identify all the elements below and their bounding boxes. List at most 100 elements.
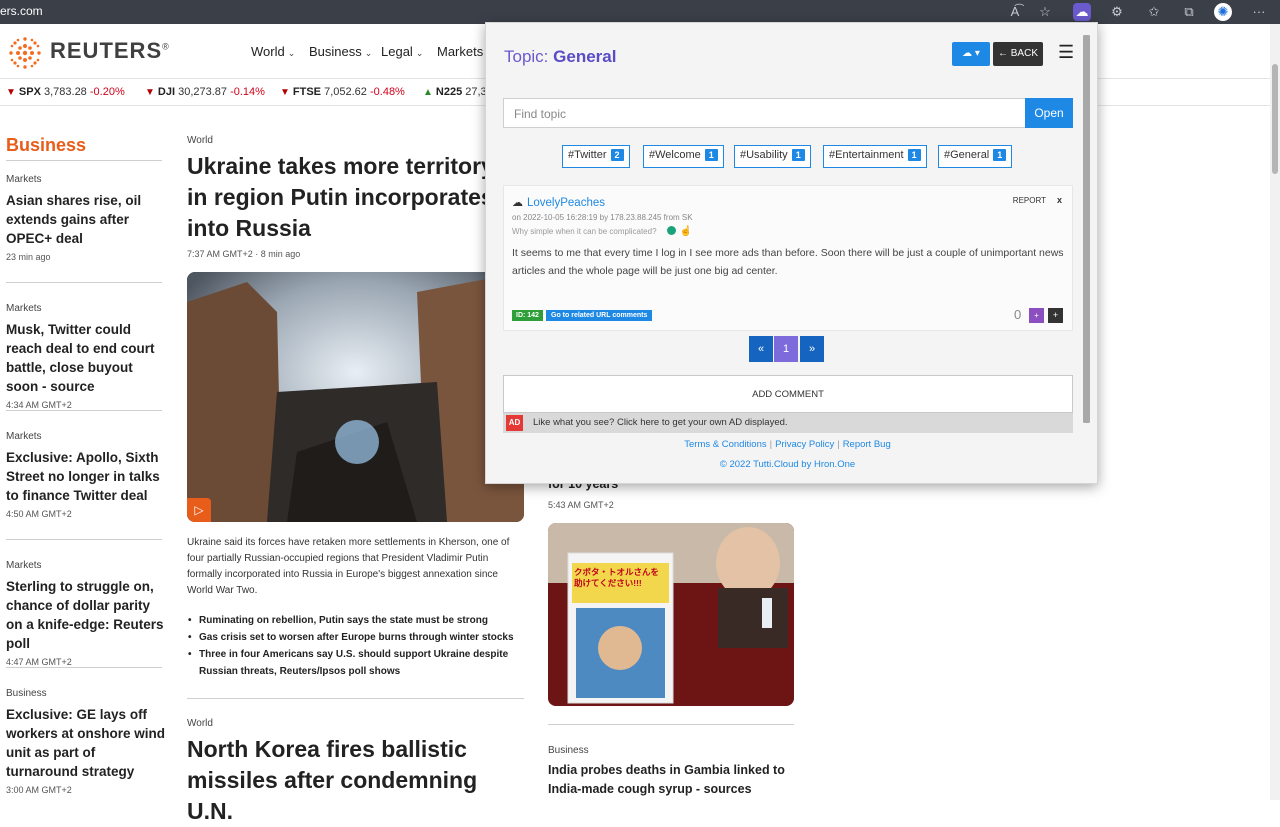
- ticker-item[interactable]: ▼ DJI 30,273.87 -0.14%: [145, 86, 265, 98]
- topic-tag[interactable]: #Entertainment 1: [823, 145, 927, 168]
- favorite-add-icon[interactable]: ☆: [1036, 3, 1054, 21]
- story-headline[interactable]: Exclusive: Apollo, Sixth Street no longe…: [6, 448, 166, 505]
- story-kicker[interactable]: Markets: [6, 560, 166, 571]
- story-time: 4:34 AM GMT+2: [6, 400, 72, 410]
- cloud-menu-button[interactable]: ☁ ▾: [952, 42, 990, 66]
- story-kicker[interactable]: World: [187, 718, 213, 729]
- topic-search-input[interactable]: Find topic: [503, 98, 1026, 128]
- related-link[interactable]: Ruminating on rebellion, Putin says the …: [187, 612, 517, 629]
- section-title[interactable]: Business: [6, 135, 86, 156]
- read-aloud-icon[interactable]: A͡: [1006, 3, 1024, 21]
- story-headline[interactable]: Sterling to struggle on, chance of dolla…: [6, 577, 166, 653]
- collections-icon[interactable]: ⧉: [1180, 3, 1198, 21]
- popup-title: Topic: General: [504, 47, 617, 66]
- story-headline[interactable]: India probes deaths in Gambia linked to …: [548, 761, 798, 799]
- story-item[interactable]: Markets Sterling to struggle on, chance …: [6, 560, 166, 667]
- related-link[interactable]: Three in four Americans say U.S. should …: [187, 646, 517, 680]
- ticker-item[interactable]: ▼ FTSE 7,052.62 -0.48%: [280, 86, 405, 98]
- close-icon[interactable]: x: [1057, 195, 1062, 205]
- chevron-down-icon: ⌄: [287, 48, 296, 58]
- story-item[interactable]: Markets Exclusive: Apollo, Sixth Street …: [6, 431, 166, 519]
- terms-link[interactable]: Terms & Conditions: [684, 439, 766, 450]
- comment-body: It seems to me that every time I log in …: [512, 247, 1064, 277]
- story-kicker[interactable]: Business: [6, 688, 166, 699]
- story-item[interactable]: Business Exclusive: GE lays off workers …: [6, 688, 166, 795]
- play-icon[interactable]: ▷: [187, 498, 211, 522]
- profile-icon[interactable]: ✺: [1214, 3, 1232, 21]
- more-icon[interactable]: ···: [1250, 3, 1268, 21]
- hamburger-menu-icon[interactable]: ☰: [1058, 42, 1074, 63]
- back-button[interactable]: ← BACK: [993, 42, 1043, 66]
- topic-tag[interactable]: #Usability 1: [734, 145, 811, 168]
- protest-poster-image: [548, 523, 794, 706]
- downvote-button[interactable]: +: [1048, 308, 1063, 323]
- nav-world[interactable]: World ⌄: [251, 44, 295, 59]
- divider: [187, 698, 524, 699]
- open-topic-button[interactable]: Open: [1025, 98, 1073, 128]
- ad-badge: AD: [506, 415, 523, 431]
- extensions-icon[interactable]: ⚙: [1108, 3, 1126, 21]
- status-dot-icon: [666, 226, 676, 235]
- nav-legal[interactable]: Legal ⌄: [381, 44, 423, 59]
- story-kicker[interactable]: World: [187, 135, 213, 146]
- pagination-prev[interactable]: «: [749, 336, 773, 362]
- up-arrow-icon: ▲: [423, 87, 433, 98]
- ad-banner[interactable]: AD Like what you see? Click here to get y…: [503, 413, 1073, 433]
- story-headline[interactable]: North Korea fires ballistic missiles aft…: [187, 734, 527, 827]
- scrollbar-thumb[interactable]: [1272, 64, 1278, 174]
- comment-score: 0: [1014, 307, 1022, 322]
- report-bug-link[interactable]: Report Bug: [843, 439, 891, 450]
- story-item[interactable]: Markets Musk, Twitter could reach deal t…: [6, 303, 166, 410]
- story-item[interactable]: Markets Asian shares rise, oil extends g…: [6, 174, 166, 262]
- cloud-icon: ☁: [512, 197, 523, 209]
- pagination-current[interactable]: 1: [774, 336, 798, 362]
- chevron-down-icon: ⌄: [364, 48, 373, 58]
- separator: |: [769, 439, 773, 450]
- comment-id-badge: ID: 142: [512, 310, 543, 321]
- popup-scrollbar[interactable]: [1083, 35, 1090, 423]
- story-headline[interactable]: Exclusive: GE lays off workers at onshor…: [6, 705, 166, 781]
- upvote-button[interactable]: +: [1029, 308, 1044, 323]
- comment-author[interactable]: ☁ LovelyPeaches: [512, 196, 605, 209]
- add-comment-button[interactable]: ADD COMMENT: [503, 375, 1073, 413]
- story-headline[interactable]: Asian shares rise, oil extends gains aft…: [6, 191, 166, 248]
- tutti-extension-icon[interactable]: ☁: [1073, 3, 1091, 21]
- reuters-logo-icon[interactable]: [6, 34, 44, 72]
- story-kicker[interactable]: Business: [548, 745, 589, 756]
- pagination-next[interactable]: »: [800, 336, 824, 362]
- lead-headline[interactable]: Ukraine takes more territory in region P…: [187, 151, 507, 244]
- page-scrollbar[interactable]: [1270, 24, 1280, 800]
- copyright[interactable]: © 2022 Tutti.Cloud by Hron.One: [486, 459, 1089, 470]
- story-kicker[interactable]: Markets: [6, 303, 166, 314]
- topic-tag[interactable]: #Welcome 1: [643, 145, 724, 168]
- tag-count: 1: [704, 149, 718, 161]
- ad-text[interactable]: Like what you see? Click here to get you…: [533, 417, 788, 428]
- ticker-item[interactable]: ▼ SPX 3,783.28 -0.20%: [6, 86, 125, 98]
- report-link[interactable]: REPORT: [1013, 196, 1046, 205]
- ticker-item[interactable]: ▲ N225 27,3: [423, 86, 487, 98]
- favorites-icon[interactable]: ✩: [1145, 3, 1163, 21]
- topic-tag[interactable]: #Twitter 2: [562, 145, 630, 168]
- caret-down-icon: ▾: [974, 48, 980, 59]
- address-bar[interactable]: ers.com: [0, 4, 43, 18]
- lead-image[interactable]: ▷: [187, 272, 524, 522]
- privacy-link[interactable]: Privacy Policy: [775, 439, 834, 450]
- reuters-wordmark[interactable]: REUTERS®: [50, 38, 170, 64]
- hand-pointer-icon[interactable]: ☝: [680, 226, 692, 237]
- related-comments-button[interactable]: Go to related URL comments: [546, 310, 653, 321]
- story-image[interactable]: クボタ・トオルさんを 助けてください!!!: [548, 523, 794, 706]
- story-time: 23 min ago: [6, 252, 51, 262]
- nav-markets[interactable]: Markets: [437, 44, 483, 59]
- related-links: Ruminating on rebellion, Putin says the …: [187, 612, 517, 680]
- nav-business[interactable]: Business ⌄: [309, 44, 372, 59]
- story-headline[interactable]: Musk, Twitter could reach deal to end co…: [6, 320, 166, 396]
- story-kicker[interactable]: Markets: [6, 431, 166, 442]
- story-time: 7:37 AM GMT+2 · 8 min ago: [187, 249, 301, 259]
- related-link[interactable]: Gas crisis set to worsen after Europe bu…: [187, 629, 517, 646]
- poster-text: クボタ・トオルさんを 助けてください!!!: [574, 567, 660, 588]
- scrollbar-thumb[interactable]: [1083, 35, 1090, 423]
- browser-toolbar: ers.com A͡ ☆ ☁ ⚙ ✩ ⧉ ✺ ···: [0, 0, 1280, 24]
- topic-tag[interactable]: #General 1: [938, 145, 1013, 168]
- tag-count: 1: [791, 149, 805, 161]
- story-kicker[interactable]: Markets: [6, 174, 166, 185]
